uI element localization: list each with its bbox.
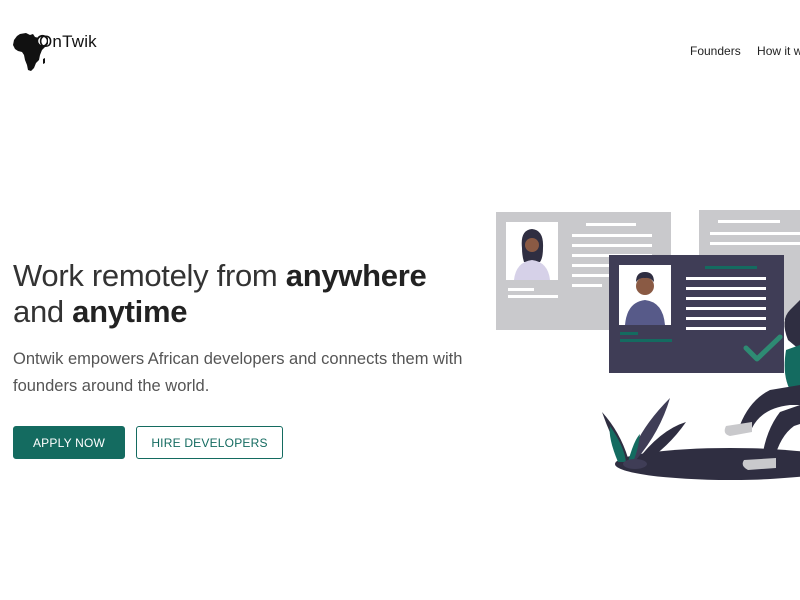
nav-item-how-it-works[interactable]: How it wo bbox=[757, 44, 800, 58]
hero-headline: Work remotely from anywhere and anytime bbox=[13, 258, 427, 330]
logo-text: OnTwik bbox=[39, 32, 97, 51]
apply-now-button[interactable]: APPLY NOW bbox=[13, 426, 125, 459]
profile-card-front bbox=[609, 255, 784, 373]
top-nav: Founders How it wo bbox=[690, 44, 800, 58]
hire-developers-button[interactable]: HIRE DEVELOPERS bbox=[136, 426, 283, 459]
headline-bold-anywhere: anywhere bbox=[285, 258, 427, 293]
hero-subtitle: Ontwik empowers African developers and c… bbox=[13, 350, 463, 395]
headline-bold-anytime: anytime bbox=[72, 294, 188, 329]
headline-text-2: and bbox=[13, 294, 73, 329]
logo[interactable]: OnTwik bbox=[12, 30, 112, 74]
landing-page: OnTwik Founders How it wo Work remotely … bbox=[0, 0, 800, 600]
hero-illustration bbox=[496, 210, 800, 480]
headline-text-1: Work remotely from bbox=[13, 258, 286, 293]
nav-item-founders[interactable]: Founders bbox=[690, 44, 741, 58]
